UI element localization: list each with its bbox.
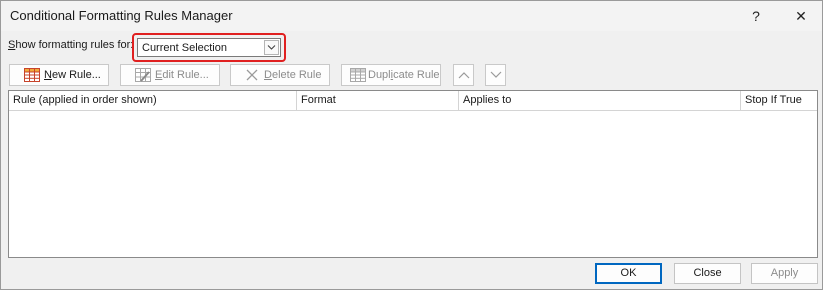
- close-window-button[interactable]: ✕: [787, 5, 815, 27]
- x-icon: [245, 68, 259, 85]
- apply-button[interactable]: Apply: [751, 263, 818, 284]
- column-header-format[interactable]: Format: [297, 91, 459, 110]
- delete-rule-label: Delete Rule: [264, 69, 322, 81]
- column-header-applies-to[interactable]: Applies to: [459, 91, 741, 110]
- column-header-stop-if-true[interactable]: Stop If True: [741, 91, 817, 110]
- title-bar: Conditional Formatting Rules Manager ? ✕: [1, 1, 822, 31]
- column-header-rule[interactable]: Rule (applied in order shown): [9, 91, 297, 110]
- edit-rule-label: Edit Rule...: [155, 69, 209, 81]
- help-button[interactable]: ?: [742, 5, 770, 27]
- grid-table-icon: [350, 68, 366, 85]
- ok-button[interactable]: OK: [595, 263, 662, 284]
- dialog-title: Conditional Formatting Rules Manager: [10, 8, 233, 23]
- move-up-button[interactable]: [453, 64, 474, 86]
- grid-table-icon: [24, 68, 40, 85]
- rules-manager-dialog: Conditional Formatting Rules Manager ? ✕…: [0, 0, 823, 290]
- duplicate-rule-label: Duplicate Rule: [368, 69, 440, 81]
- edit-grid-icon: [135, 68, 151, 85]
- rules-list-header: Rule (applied in order shown) Format App…: [9, 91, 817, 111]
- edit-rule-button[interactable]: Edit Rule...: [120, 64, 220, 86]
- delete-rule-button[interactable]: Delete Rule: [230, 64, 330, 86]
- new-rule-button[interactable]: New Rule...: [9, 64, 109, 86]
- show-rules-dropdown[interactable]: Current Selection: [137, 38, 281, 57]
- new-rule-label: New Rule...: [44, 69, 101, 81]
- close-button[interactable]: Close: [674, 263, 741, 284]
- duplicate-rule-button[interactable]: Duplicate Rule: [341, 64, 441, 86]
- show-rules-selected-value: Current Selection: [142, 42, 227, 54]
- chevron-down-icon[interactable]: [264, 40, 279, 55]
- move-down-button[interactable]: [485, 64, 506, 86]
- rules-list[interactable]: Rule (applied in order shown) Format App…: [8, 90, 818, 258]
- show-rules-label: Show formatting rules for:: [8, 39, 134, 51]
